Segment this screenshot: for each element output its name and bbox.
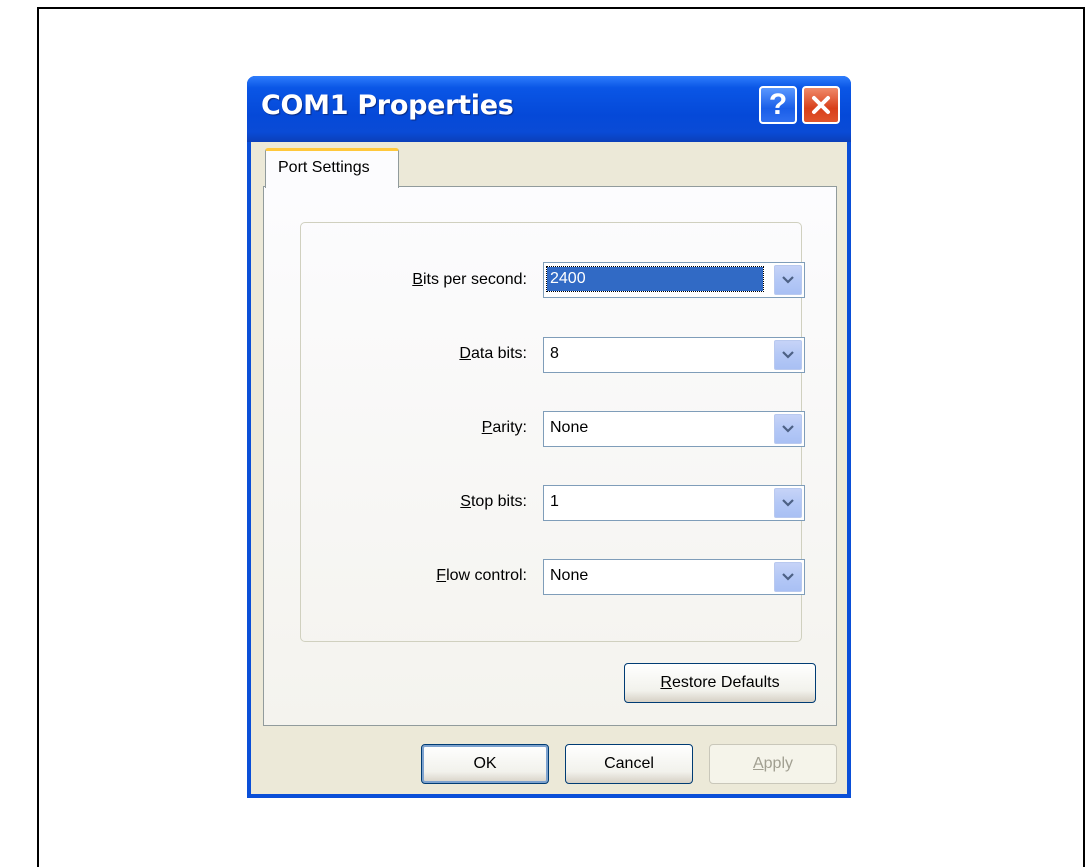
- com1-properties-dialog: COM1 Properties ? Port Settings Bits per…: [247, 76, 851, 798]
- stop-bits-label: Stop bits:: [460, 493, 527, 510]
- parity-label: Parity:: [481, 419, 527, 436]
- chevron-down-icon[interactable]: [774, 265, 802, 295]
- dialog-client-area: Port Settings Bits per second: 2400 Data…: [251, 142, 847, 794]
- close-button[interactable]: [802, 86, 840, 124]
- settings-group-box: Bits per second: 2400 Data bits: 8 Parit…: [300, 222, 805, 642]
- parity-value: None: [550, 419, 589, 436]
- close-icon: [812, 96, 830, 114]
- tab-port-settings[interactable]: Port Settings: [265, 148, 399, 188]
- help-button[interactable]: ?: [759, 86, 797, 124]
- bits-per-second-select[interactable]: 2400: [543, 262, 805, 298]
- window-title: COM1 Properties: [261, 90, 514, 121]
- flow-control-select[interactable]: None: [543, 559, 805, 595]
- data-bits-select[interactable]: 8: [543, 337, 805, 373]
- title-bar[interactable]: COM1 Properties ?: [247, 76, 851, 142]
- chevron-down-icon[interactable]: [774, 488, 802, 518]
- stop-bits-select[interactable]: 1: [543, 485, 805, 521]
- parity-select[interactable]: None: [543, 411, 805, 447]
- chevron-down-icon[interactable]: [774, 414, 802, 444]
- tab-label: Port Settings: [278, 159, 370, 176]
- data-bits-value: 8: [550, 345, 559, 362]
- data-bits-label: Data bits:: [459, 345, 527, 362]
- apply-button[interactable]: Apply: [709, 744, 837, 784]
- cancel-button[interactable]: Cancel: [565, 744, 693, 784]
- port-settings-panel: Bits per second: 2400 Data bits: 8 Parit…: [263, 186, 837, 726]
- help-icon: ?: [768, 88, 788, 121]
- restore-defaults-button[interactable]: Restore Defaults: [624, 663, 816, 703]
- chevron-down-icon[interactable]: [774, 562, 802, 592]
- chevron-down-icon[interactable]: [774, 340, 802, 370]
- bits-per-second-value: 2400: [546, 266, 764, 292]
- flow-control-label: Flow control:: [436, 567, 527, 584]
- flow-control-value: None: [550, 567, 589, 584]
- bits-per-second-label: Bits per second:: [412, 271, 527, 288]
- stop-bits-value: 1: [550, 493, 559, 510]
- ok-button[interactable]: OK: [421, 744, 549, 784]
